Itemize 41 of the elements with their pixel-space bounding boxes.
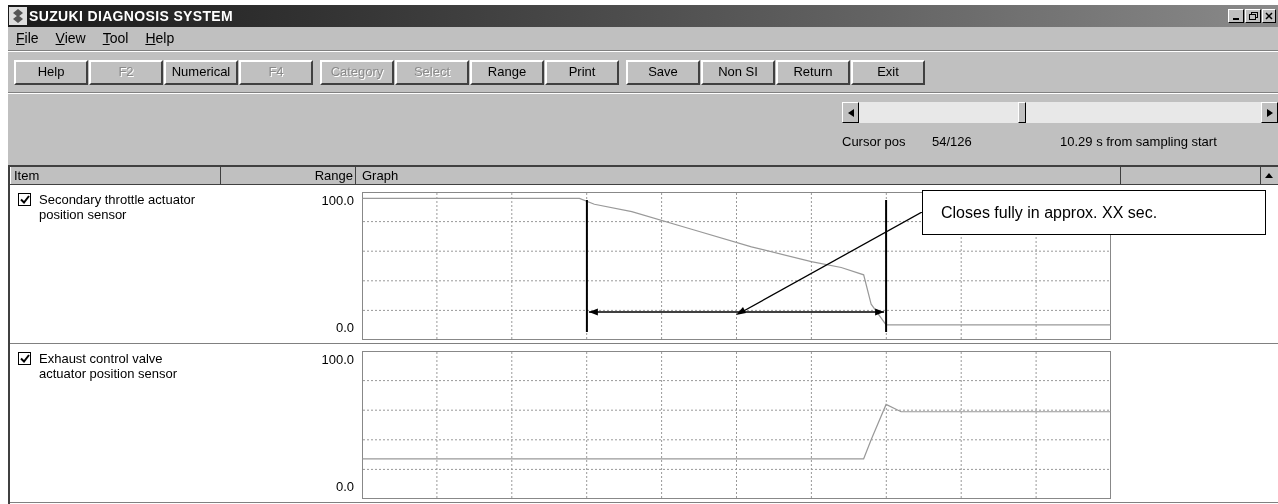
column-header[interactable]: Range: [221, 167, 356, 184]
menu-item[interactable]: Tool: [102, 28, 129, 49]
column-header[interactable]: Graph: [356, 167, 1121, 184]
toolbar-button[interactable]: Save: [626, 59, 700, 85]
item-label: Exhaust control valve actuator position sensor: [39, 351, 179, 381]
toolbar-button[interactable]: Return: [776, 59, 850, 85]
toolbar-button[interactable]: Help: [14, 59, 88, 85]
minimize-icon: [1233, 18, 1239, 20]
logo-icon: [9, 7, 27, 25]
cursor-label: Cursor pos: [842, 133, 907, 151]
toolbar-button[interactable]: Range: [470, 59, 544, 85]
cursor-position: 54/126: [932, 133, 973, 151]
scroll-thumb[interactable]: [1018, 102, 1026, 123]
close-button[interactable]: [1262, 9, 1276, 23]
close-icon: [1265, 12, 1273, 20]
range-max: 100.0: [321, 351, 354, 369]
checkbox[interactable]: [18, 352, 31, 365]
toolbar-button[interactable]: Print: [545, 59, 619, 85]
toolbar-button[interactable]: Numerical: [164, 59, 238, 85]
menu-item[interactable]: File: [16, 28, 39, 49]
callout-text: Closes fully in approx. XX sec.: [922, 190, 1266, 235]
range-min: 0.0: [335, 318, 354, 337]
horizontal-scrollbar[interactable]: [842, 102, 1278, 123]
restore-icon: [1248, 12, 1258, 20]
checkbox[interactable]: [18, 193, 31, 206]
range-min: 0.0: [335, 477, 354, 496]
range-max: 100.0: [321, 192, 354, 210]
sampling-time: 10.29 s from sampling start: [1060, 133, 1217, 151]
toolbar-button[interactable]: Non SI: [701, 59, 775, 85]
column-header[interactable]: Item: [10, 167, 221, 184]
minimize-button[interactable]: [1228, 9, 1244, 23]
scroll-left-icon[interactable]: [842, 102, 859, 123]
toolbar-button[interactable]: Exit: [851, 59, 925, 85]
menu-item[interactable]: Help: [145, 28, 175, 49]
restore-button[interactable]: [1245, 9, 1261, 23]
window-title: SUZUKI DIAGNOSIS SYSTEM: [29, 6, 234, 26]
scroll-right-icon[interactable]: [1261, 102, 1278, 123]
menu-item[interactable]: View: [55, 28, 86, 49]
item-label: Secondary throttle actuator position sensor: [39, 192, 197, 222]
checkmark-icon: [19, 195, 30, 204]
checkmark-icon: [19, 354, 30, 363]
